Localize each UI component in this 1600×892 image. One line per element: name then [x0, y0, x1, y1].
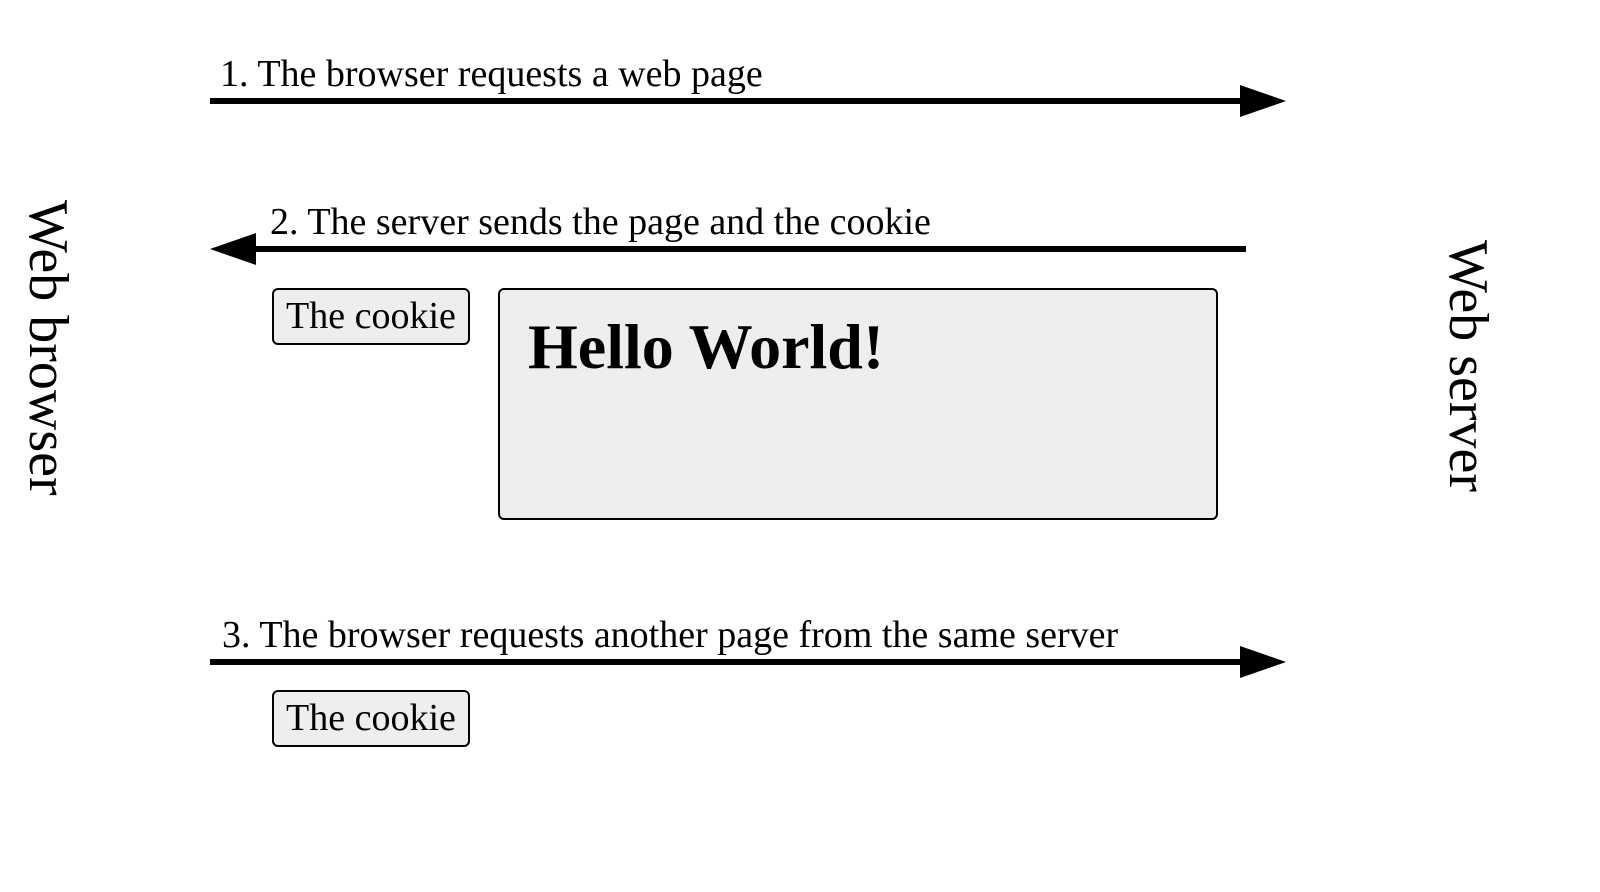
- step-1-label: 1. The browser requests a web page: [220, 52, 763, 96]
- cookie-box-step-2: The cookie: [272, 288, 470, 345]
- arrow-step-3-head-icon: [1240, 646, 1286, 678]
- web-browser-label: Web browser: [16, 200, 80, 496]
- web-server-label: Web server: [1436, 240, 1500, 492]
- cookie-box-step-3: The cookie: [272, 690, 470, 747]
- page-box: Hello World!: [498, 288, 1218, 520]
- step-2-label: 2. The server sends the page and the coo…: [270, 200, 931, 244]
- arrow-step-2-head-icon: [210, 233, 256, 265]
- arrow-step-1-shaft: [210, 98, 1240, 104]
- arrow-step-1-head-icon: [1240, 85, 1286, 117]
- arrow-step-2-shaft: [256, 246, 1246, 252]
- step-3-label: 3. The browser requests another page fro…: [222, 613, 1118, 657]
- arrow-step-3-shaft: [210, 659, 1240, 665]
